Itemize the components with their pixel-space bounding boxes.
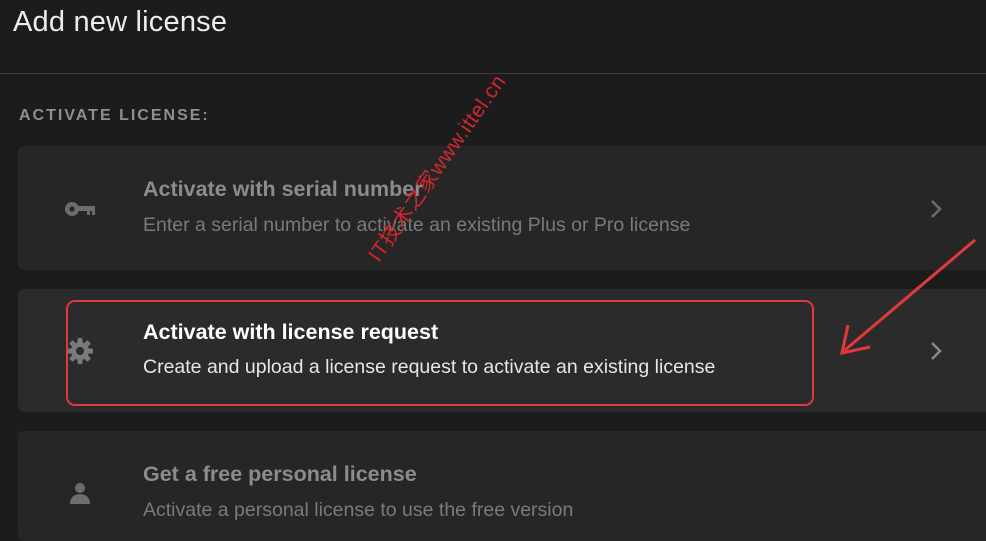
person-icon — [60, 473, 100, 513]
option-free-personal-license[interactable]: Get a free personal license Activate a p… — [18, 431, 986, 541]
chevron-right-icon — [931, 200, 942, 218]
page-title: Add new license — [13, 6, 228, 38]
section-label: ACTIVATE LICENSE: — [19, 107, 210, 124]
annotation-highlight-box — [66, 300, 814, 406]
option-description: Activate a personal license to use the f… — [143, 499, 574, 521]
option-title: Get a free personal license — [143, 462, 417, 486]
annotation-arrow — [840, 238, 976, 355]
option-title: Activate with serial number — [143, 177, 423, 201]
key-icon — [60, 189, 100, 229]
